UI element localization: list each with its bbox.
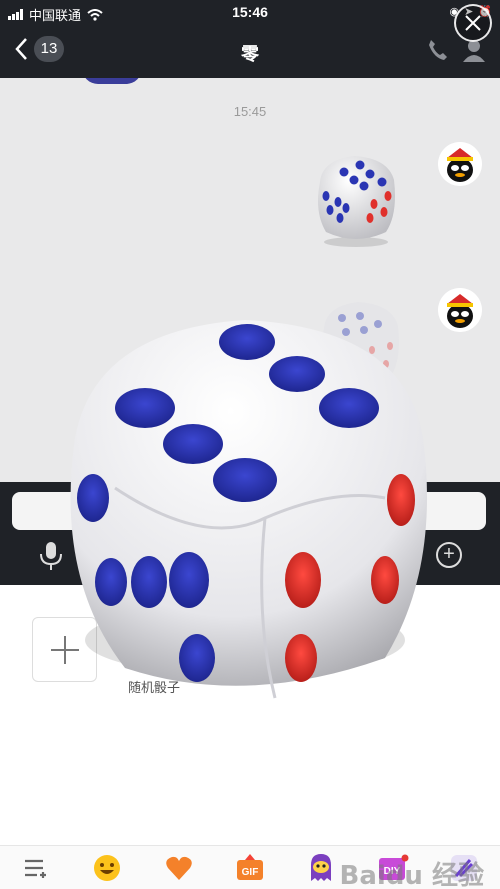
tab-list[interactable]	[16, 850, 56, 886]
list-icon	[24, 859, 46, 878]
penguin-avatar-icon	[438, 288, 482, 332]
watermark: Baidu 经验	[339, 861, 484, 889]
user-avatar[interactable]	[438, 288, 482, 332]
gif-label: GIF	[242, 867, 259, 878]
plus-icon: +	[443, 543, 455, 565]
tab-emoji[interactable]	[87, 850, 127, 886]
close-button[interactable]	[454, 4, 492, 42]
message-timestamp: 15:45	[233, 104, 267, 119]
status-bar: 中国联通 15:46 ◉ ➤ ⏰	[0, 0, 500, 26]
emoji-icon	[94, 854, 121, 881]
nav-bar: 13 零	[0, 26, 500, 78]
heart-icon	[165, 856, 192, 880]
dice-animation	[70, 320, 428, 699]
tab-ghost[interactable]	[301, 850, 341, 886]
sticker-fragment	[82, 78, 142, 84]
close-icon	[465, 15, 481, 31]
dice-message[interactable]	[308, 152, 404, 248]
tab-favorites[interactable]	[159, 850, 199, 886]
page-title: 零	[241, 44, 259, 64]
phone-icon[interactable]	[426, 38, 448, 62]
gif-icon: GIF	[236, 853, 263, 880]
penguin-avatar-icon	[438, 142, 482, 186]
ghost-icon	[311, 853, 332, 881]
user-avatar[interactable]	[438, 142, 482, 186]
status-time: 15:46	[232, 4, 268, 20]
nav-actions	[426, 38, 486, 62]
tab-gif[interactable]: GIF	[230, 850, 270, 886]
